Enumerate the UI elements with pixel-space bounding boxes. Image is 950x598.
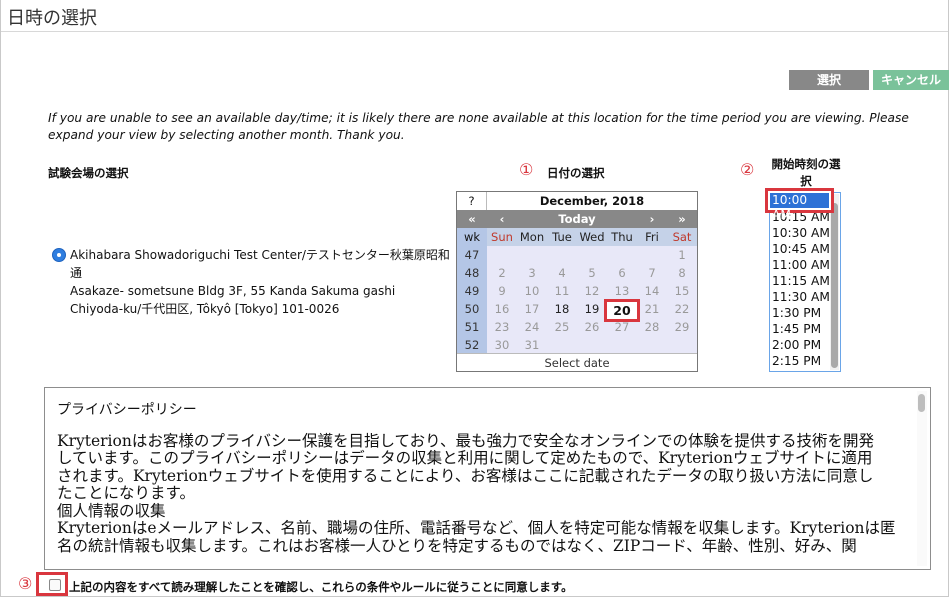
calendar-day[interactable]: 18: [547, 300, 577, 318]
calendar-day: 17: [524, 302, 540, 316]
privacy-policy-box[interactable]: プライバシーポリシー Kryterionはお客様のプライバシー保護を目指しており…: [44, 387, 931, 570]
time-option[interactable]: 11:00 AM: [772, 257, 832, 273]
selected-time-highlight: 10:00 AM: [765, 188, 834, 222]
calendar-month: December, 2018: [539, 194, 645, 208]
policy-title: プライバシーポリシー: [57, 402, 197, 418]
time-option[interactable]: 10:30 AM: [772, 225, 832, 241]
calendar-day: 31: [524, 338, 540, 352]
calendar-day: 5: [588, 266, 596, 280]
calendar-day: 4: [558, 266, 566, 280]
time-option[interactable]: 11:30 AM: [772, 289, 832, 305]
site-radio[interactable]: [52, 248, 66, 262]
header-wk: wk: [457, 228, 487, 246]
next-year-button[interactable]: »: [667, 210, 697, 228]
calendar-day: 25: [554, 320, 570, 334]
prev-year-button[interactable]: «: [457, 210, 487, 228]
week-number: 49: [464, 284, 480, 298]
calendar-day: 11: [554, 284, 570, 298]
calendar-day: 16: [494, 302, 510, 316]
site-line-4: Chiyoda-ku/千代田区, Tôkyô [Tokyo] 101-0026: [70, 302, 340, 316]
site-line-1: Akihabara Showadoriguchi Test Center/テスト…: [70, 248, 450, 262]
calendar-day: 2: [498, 266, 506, 280]
calendar-day: 24: [524, 320, 540, 334]
calendar-day: 12: [584, 284, 600, 298]
header-wed: Wed: [579, 230, 605, 244]
site-label: 試験会場の選択: [48, 166, 129, 180]
calendar: ? December, 2018 « ‹ Today › » wk Sun Mo…: [456, 191, 698, 372]
calendar-day: 21: [644, 302, 660, 316]
agree-label: 上記の内容をすべて読み理解したことを確認し、これらの条件やルールに従うことに同意…: [69, 580, 573, 594]
calendar-day: 10: [524, 284, 540, 298]
calendar-day: 13: [614, 284, 630, 298]
calendar-day: 15: [674, 284, 690, 298]
calendar-status: Select date: [457, 353, 697, 371]
calendar-day: 6: [618, 266, 626, 280]
calendar-day: 9: [498, 284, 506, 298]
calendar-day: 29: [674, 320, 690, 334]
policy-line-4: たことになります。: [57, 484, 195, 502]
calendar-day: 1: [678, 248, 686, 262]
privacy-policy-text: プライバシーポリシー Kryterionはお客様のプライバシー保護を目指しており…: [57, 402, 907, 555]
calendar-header-row: wk Sun Mon Tue Wed Thu Fri Sat: [457, 228, 697, 246]
header-sun: Sun: [491, 230, 513, 244]
time-option[interactable]: 1:30 PM: [772, 305, 832, 321]
calendar-day: 30: [494, 338, 510, 352]
calendar-day: 7: [648, 266, 656, 280]
week-number: 50: [464, 302, 480, 316]
calendar-help-button[interactable]: ?: [457, 192, 487, 210]
calendar-day: 14: [644, 284, 660, 298]
calendar-nav-row: « ‹ Today › »: [457, 210, 697, 228]
policy-line-7: 名の統計情報も収集します。これはお客様一人ひとりを特定するものではなく、ZIPコ…: [57, 536, 857, 555]
time-option[interactable]: 2:15 PM: [772, 353, 832, 369]
week-number: 51: [464, 320, 480, 334]
calendar-day: 3: [528, 266, 536, 280]
calendar-day[interactable]: 19: [577, 300, 607, 318]
header-thu: Thu: [611, 230, 633, 244]
time-option[interactable]: 1:45 PM: [772, 321, 832, 337]
time-option[interactable]: 10:45 AM: [772, 241, 832, 257]
calendar-day: 28: [644, 320, 660, 334]
step-1-marker: ①: [519, 160, 534, 179]
calendar-day: 22: [674, 302, 690, 316]
policy-line-5: 個人情報の収集: [57, 501, 166, 520]
title-bar: 日時の選択: [1, 0, 948, 32]
today-button[interactable]: Today: [517, 210, 637, 228]
selected-time[interactable]: 10:00 AM: [770, 193, 829, 222]
calendar-title-row: ? December, 2018: [457, 192, 697, 210]
site-line-3: Asakaze- sometsune Bldg 3F, 55 Kanda Sak…: [70, 284, 396, 298]
time-option[interactable]: 11:15 AM: [772, 273, 832, 289]
policy-scrollbar[interactable]: [917, 391, 927, 566]
policy-scrollbar-thumb[interactable]: [918, 394, 925, 412]
select-button[interactable]: 選択: [789, 70, 869, 90]
site-line-2: 通: [70, 266, 83, 280]
week-number: 52: [464, 338, 480, 352]
calendar-day: 8: [678, 266, 686, 280]
availability-notice: If you are unable to see an available da…: [48, 111, 909, 142]
week-number: 48: [464, 266, 480, 280]
policy-line-6: Kryterionはeメールアドレス、名前、職場の住所、電話番号など、個人を特定…: [57, 519, 896, 537]
week-number: 47: [464, 248, 480, 262]
selected-date[interactable]: 20: [604, 299, 640, 322]
time-option[interactable]: 2:00 PM: [772, 337, 832, 353]
page-title: 日時の選択: [7, 8, 97, 29]
time-label: 開始時刻の選択: [771, 157, 841, 188]
policy-line-1: Kryterionはお客様のプライバシー保護を目指しており、最も強力で安全なオン…: [57, 431, 874, 450]
calendar-day: 23: [494, 320, 510, 334]
policy-line-3: されます。Kryterionウェブサイトを使用することにより、お客様はここに記載…: [57, 466, 874, 485]
time-scrollbar-thumb[interactable]: [831, 203, 838, 368]
date-label: 日付の選択: [547, 166, 605, 180]
header-fri: Fri: [645, 230, 659, 244]
policy-line-2: しています。このプライバシーポリシーはデータの収集と利用に関して定めたもので、K…: [57, 449, 873, 467]
step-2-marker: ②: [740, 160, 755, 179]
step-3-marker: ③: [18, 574, 33, 593]
agree-checkbox[interactable]: [49, 579, 61, 591]
header-tue: Tue: [552, 230, 572, 244]
site-address[interactable]: Akihabara Showadoriguchi Test Center/テスト…: [70, 246, 450, 318]
cancel-button[interactable]: キャンセル: [873, 70, 949, 90]
next-month-button[interactable]: ›: [637, 210, 667, 228]
calendar-day: 26: [584, 320, 600, 334]
header-sat: Sat: [672, 230, 692, 244]
header-mon: Mon: [519, 230, 545, 244]
prev-month-button[interactable]: ‹: [487, 210, 517, 228]
